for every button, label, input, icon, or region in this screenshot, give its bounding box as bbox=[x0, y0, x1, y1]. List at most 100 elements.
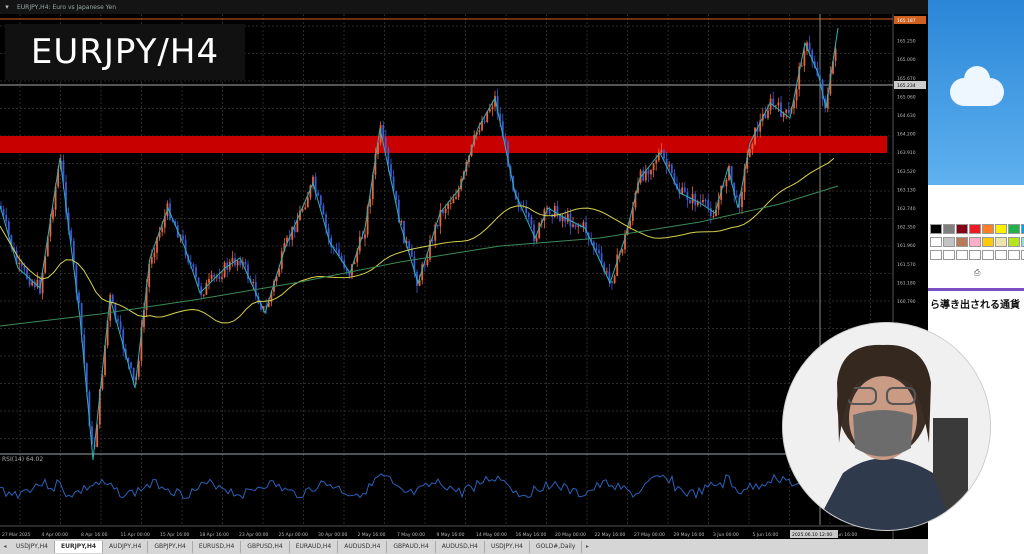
tab-scroll-right-icon[interactable]: ▸ bbox=[582, 543, 592, 550]
candle-body bbox=[210, 274, 213, 279]
candle-body bbox=[754, 127, 756, 145]
candle-body bbox=[800, 65, 803, 67]
time-tick-label: 27 May 00:00 bbox=[634, 532, 665, 538]
price-tick-label: 161.570 bbox=[897, 262, 916, 268]
price-tick-label: 161.180 bbox=[897, 280, 916, 286]
palette-swatch[interactable] bbox=[995, 224, 1007, 234]
candle-body bbox=[780, 102, 782, 117]
candle-body bbox=[132, 367, 135, 381]
time-tick-label: 7 May 00:00 bbox=[397, 532, 425, 538]
palette-swatch[interactable] bbox=[969, 237, 981, 247]
price-tick-label: 162.740 bbox=[897, 206, 916, 212]
symbol-tab-5[interactable]: GBPUSD,H4 bbox=[241, 540, 290, 553]
candle-body bbox=[650, 170, 652, 175]
symbol-tab-9[interactable]: AUDUSD,H4 bbox=[436, 540, 485, 553]
palette-swatch[interactable] bbox=[982, 224, 994, 234]
candle-body bbox=[751, 144, 754, 149]
candle-body bbox=[182, 235, 184, 240]
candle-body bbox=[436, 224, 439, 227]
candle-body bbox=[535, 237, 538, 242]
symbol-tab-6[interactable]: EURAUD,H4 bbox=[290, 540, 339, 553]
candle-body bbox=[202, 294, 205, 296]
symbol-tab-8[interactable]: GBPAUD,H4 bbox=[387, 540, 436, 553]
price-tick-label: 165.000 bbox=[897, 57, 916, 63]
time-tick-label: 2025.06.10 12:00 bbox=[792, 532, 832, 538]
palette-swatch[interactable] bbox=[1008, 250, 1020, 260]
time-tick-label: 3 Jun 00:00 bbox=[713, 532, 739, 538]
sidebar-heading: ら導き出される通貨 bbox=[930, 300, 1020, 311]
candle-body bbox=[504, 137, 507, 142]
symbol-tab-4[interactable]: EURUSD,H4 bbox=[193, 540, 242, 553]
palette-swatch[interactable] bbox=[930, 237, 942, 247]
palette-swatch[interactable] bbox=[956, 250, 968, 260]
time-tick-label: 23 Apr 00:00 bbox=[239, 532, 268, 538]
symbol-tab-2[interactable]: AUDJPY,H4 bbox=[103, 540, 149, 553]
candle-body bbox=[702, 199, 704, 203]
palette-swatch[interactable] bbox=[982, 237, 994, 247]
symbol-tab-7[interactable]: AUDUSD,H4 bbox=[338, 540, 388, 553]
palette-swatch[interactable] bbox=[943, 237, 955, 247]
candle-body bbox=[712, 216, 715, 218]
candle-body bbox=[382, 125, 385, 138]
price-tick-label: 163.130 bbox=[897, 187, 916, 193]
palette-swatch[interactable] bbox=[943, 250, 955, 260]
palette-swatch[interactable] bbox=[1008, 237, 1020, 247]
chart-titlebar[interactable]: ▾ EURJPY,H4: Euro vs Japanese Yen bbox=[0, 0, 928, 14]
candle-body bbox=[777, 102, 780, 106]
candle-body bbox=[668, 164, 671, 167]
palette-swatch[interactable] bbox=[1008, 224, 1020, 234]
candle-body bbox=[655, 160, 658, 164]
candle-body bbox=[660, 150, 663, 153]
candle-body bbox=[616, 254, 619, 276]
candle-body bbox=[452, 198, 455, 204]
candle-body bbox=[530, 217, 533, 225]
chart-window-icon[interactable]: ▾ bbox=[3, 3, 11, 11]
time-tick-label: 2 May 16:00 bbox=[358, 532, 386, 538]
printer-icon[interactable]: ⎙ bbox=[974, 268, 980, 278]
symbol-tab-1[interactable]: EURJPY,H4 bbox=[54, 540, 104, 553]
candle-body bbox=[785, 109, 788, 113]
time-tick-label: 16 May 16:00 bbox=[516, 532, 547, 538]
time-tick-label: 22 May 16:00 bbox=[595, 532, 626, 538]
candle-body bbox=[153, 252, 156, 258]
time-tick-label: 30 Apr 00:00 bbox=[318, 532, 347, 538]
candle-body bbox=[527, 213, 530, 218]
candle-body bbox=[808, 42, 811, 51]
symbol-tab-10[interactable]: USDJPY,H4 bbox=[485, 540, 530, 553]
symbol-tab-bar: ◂ USDJPY,H4 EURJPY,H4 AUDJPY,H4 GBPJPY,H4 EU… bbox=[0, 539, 928, 554]
candle-body bbox=[387, 148, 390, 165]
symbol-tab-11[interactable]: GOLD#,Daily bbox=[530, 540, 583, 553]
candle-body bbox=[208, 278, 210, 283]
candle-body bbox=[306, 197, 309, 208]
candle-body bbox=[5, 214, 8, 222]
candle-body bbox=[111, 294, 114, 303]
palette-swatch[interactable] bbox=[969, 224, 981, 234]
palette-swatch[interactable] bbox=[982, 250, 994, 260]
candle-body bbox=[390, 164, 392, 177]
candle-body bbox=[244, 261, 247, 265]
palette-swatch[interactable] bbox=[930, 250, 942, 260]
screen: ▾ EURJPY,H4: Euro vs Japanese Yen 165.14… bbox=[0, 0, 1024, 554]
candle-body bbox=[621, 249, 624, 254]
tab-scroll-left-icon[interactable]: ◂ bbox=[0, 543, 10, 550]
candle-body bbox=[239, 260, 242, 265]
candle-body bbox=[195, 267, 197, 278]
palette-swatch[interactable] bbox=[995, 250, 1007, 260]
palette-swatch[interactable] bbox=[930, 224, 942, 234]
palette-swatch[interactable] bbox=[943, 224, 955, 234]
candle-body bbox=[787, 109, 790, 114]
candle-body bbox=[795, 89, 798, 101]
palette-swatch[interactable] bbox=[956, 237, 968, 247]
price-tick-label: 163.910 bbox=[897, 150, 916, 156]
candle-body bbox=[689, 200, 691, 204]
candle-body bbox=[431, 240, 434, 242]
time-tick-label: 29 May 16:00 bbox=[674, 532, 705, 538]
symbol-tab-3[interactable]: GBPJPY,H4 bbox=[148, 540, 193, 553]
candle-body bbox=[670, 164, 673, 174]
symbol-tab-0[interactable]: USDJPY,H4 bbox=[10, 540, 55, 553]
candle-body bbox=[735, 195, 738, 197]
palette-swatch[interactable] bbox=[995, 237, 1007, 247]
palette-swatch[interactable] bbox=[969, 250, 981, 260]
time-tick-label: 15 Apr 16:00 bbox=[160, 532, 189, 538]
palette-swatch[interactable] bbox=[956, 224, 968, 234]
